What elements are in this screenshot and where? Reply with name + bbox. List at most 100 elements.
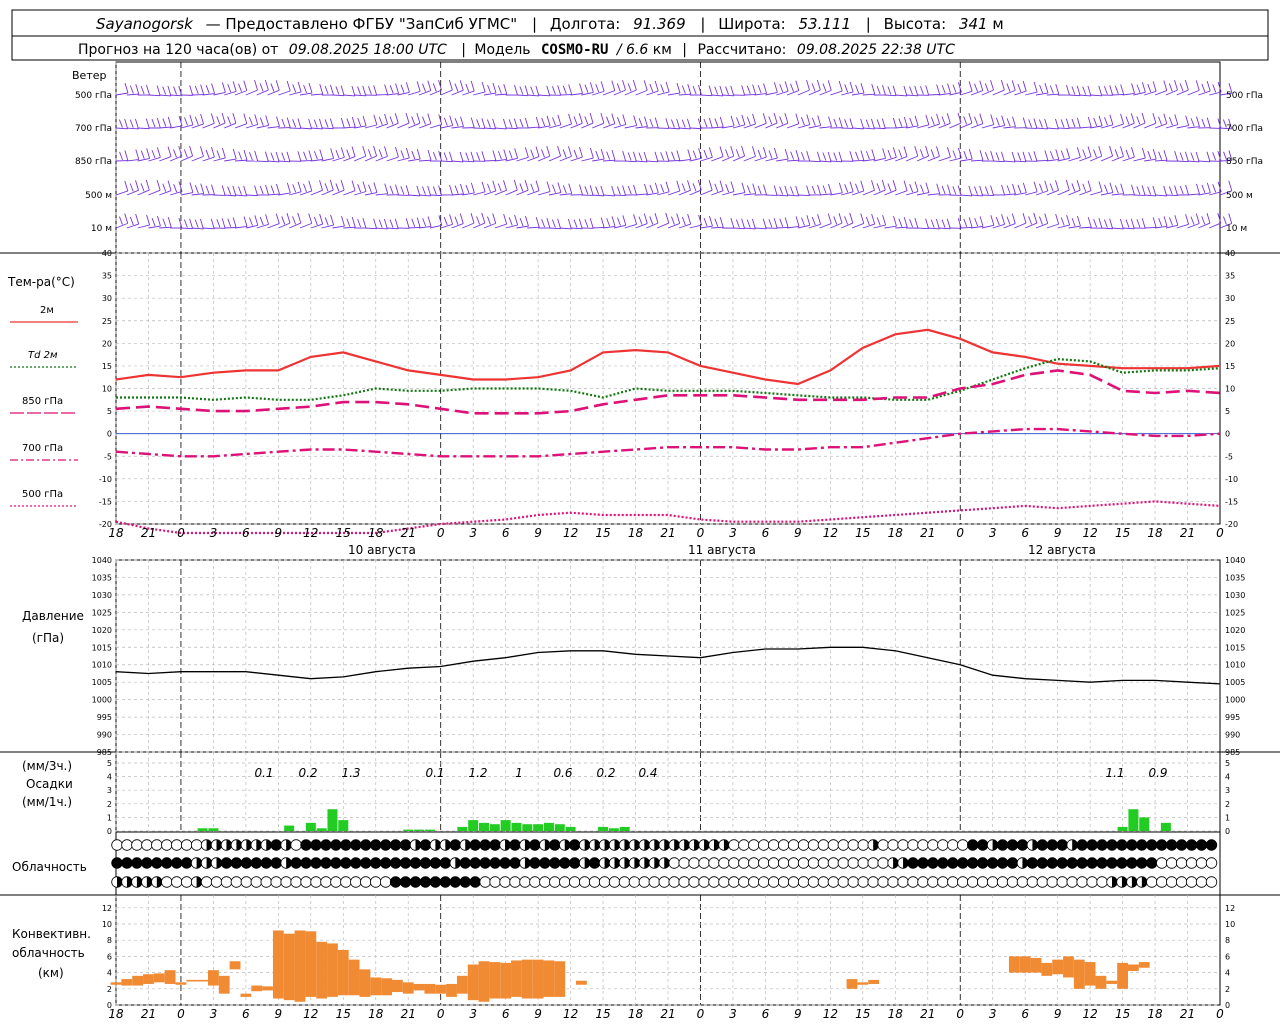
- cloud-clear: [778, 840, 789, 851]
- cloud-clear: [132, 840, 143, 851]
- wind-barb-feather: [1142, 113, 1145, 123]
- wind-barb-feather: [136, 84, 139, 94]
- wind-barb: [939, 93, 951, 95]
- temp-tick-right: 30: [1225, 294, 1235, 303]
- wind-barb-feather: [460, 184, 463, 194]
- convective-bar: [370, 977, 381, 995]
- wind-barb-feather: [249, 152, 252, 160]
- wind-barb: [1047, 94, 1059, 95]
- cloud-clear: [918, 877, 929, 888]
- wind-barb: [690, 128, 702, 129]
- wind-barb-feather: [363, 181, 366, 191]
- calc-time: 09.08.2025 22:38 UTC: [797, 42, 955, 58]
- wind-barb-feather: [644, 152, 647, 162]
- wind-barb-feather: [130, 217, 133, 225]
- wind-barb: [1144, 195, 1156, 196]
- wind-barb-feather: [639, 217, 642, 225]
- wind-barb-feather: [487, 184, 490, 192]
- wind-barb-feather: [720, 147, 723, 157]
- wind-barb-feather: [1002, 214, 1005, 224]
- wind-barb-feather: [693, 183, 696, 191]
- precip-bar: [284, 826, 294, 831]
- upper-frame: [116, 62, 1220, 524]
- wind-barb: [949, 92, 961, 95]
- wind-barb-feather: [596, 84, 599, 92]
- wind-barb-feather: [931, 220, 934, 228]
- wind-barb-feather: [893, 118, 896, 128]
- cloud-clear: [878, 858, 889, 869]
- wind-barb: [235, 195, 247, 196]
- wind-barb-feather: [1164, 114, 1167, 124]
- wind-barb: [1090, 192, 1102, 195]
- wind-barb-feather: [401, 186, 404, 194]
- convective-bar: [457, 976, 468, 994]
- hour-tick-label: 0: [437, 1007, 445, 1021]
- wind-barb-feather: [1169, 186, 1172, 194]
- wind-barb: [949, 158, 961, 161]
- hour-tick-label: 6: [1021, 526, 1029, 540]
- wind-barb-feather: [276, 214, 279, 224]
- cloud-clear: [360, 877, 371, 888]
- wind-barb: [159, 127, 171, 128]
- wind-barb-feather: [828, 152, 831, 162]
- wind-barb: [1198, 161, 1210, 162]
- wind-barb-feather: [1213, 184, 1216, 192]
- wind-barb-feather: [179, 181, 182, 191]
- cloud-clear: [948, 840, 959, 851]
- temp-tick-right: -5: [1225, 452, 1233, 461]
- cloud-clear: [739, 840, 750, 851]
- convective-bar: [186, 980, 197, 982]
- wind-barb-feather: [498, 151, 501, 159]
- wind-barb-feather: [363, 218, 366, 228]
- wind-barb-feather: [174, 87, 177, 95]
- wind-barb-feather: [639, 118, 642, 126]
- wind-barb-feather: [1039, 120, 1042, 128]
- wind-barb-feather: [201, 85, 204, 95]
- cloud-full: [1087, 840, 1098, 851]
- wind-barb-feather: [455, 217, 458, 225]
- cloud-clear: [569, 877, 580, 888]
- cloud-full: [1166, 840, 1177, 851]
- wind-barb: [1209, 92, 1221, 95]
- cloud-clear: [301, 877, 312, 888]
- cloud-clear: [550, 877, 561, 888]
- wind-barb-feather: [1126, 117, 1129, 125]
- wind-barb-feather: [493, 119, 496, 129]
- temp-tick-right: 15: [1225, 362, 1235, 371]
- wind-barb: [809, 224, 821, 228]
- cloud-clear: [251, 877, 262, 888]
- wind-barb-feather: [1050, 183, 1053, 191]
- wind-barb-feather: [520, 218, 523, 226]
- cloud-clear: [848, 877, 859, 888]
- convective-bar: [468, 965, 479, 1001]
- wind-barb-feather: [390, 117, 393, 125]
- wind-barb: [452, 127, 464, 128]
- wind-barb: [646, 193, 658, 195]
- wind-barb-feather: [503, 119, 506, 129]
- wind-barb-feather: [449, 80, 452, 90]
- hour-tick-label: 15: [595, 1007, 610, 1021]
- convective-bar: [349, 960, 360, 996]
- wind-barb-feather: [320, 84, 323, 94]
- wind-barb-feather: [520, 86, 523, 94]
- cloud-full: [540, 858, 551, 869]
- wind-barb-feather: [406, 185, 409, 195]
- wind-barb: [192, 156, 204, 161]
- cloud-clear: [241, 877, 252, 888]
- wind-barb-feather: [222, 113, 225, 123]
- latitude-value: 53.111: [799, 15, 852, 33]
- wind-barb-feather: [1115, 150, 1118, 158]
- wind-barb: [419, 160, 431, 161]
- wind-barb: [516, 95, 528, 96]
- wind-barb-feather: [385, 85, 388, 95]
- hour-tick-label: 6: [242, 526, 250, 540]
- cloud-clear: [828, 877, 839, 888]
- temp-legend: 2мTd 2м850 гПа700 гПа500 гПа: [10, 305, 78, 506]
- wind-barb-feather: [850, 118, 853, 128]
- wind-barb: [235, 226, 247, 228]
- wind-barb-feather: [542, 149, 545, 157]
- wind-barb-feather: [341, 147, 344, 157]
- convective-bar: [446, 984, 457, 997]
- wind-barb-feather: [666, 118, 669, 128]
- cloud-full: [977, 840, 988, 851]
